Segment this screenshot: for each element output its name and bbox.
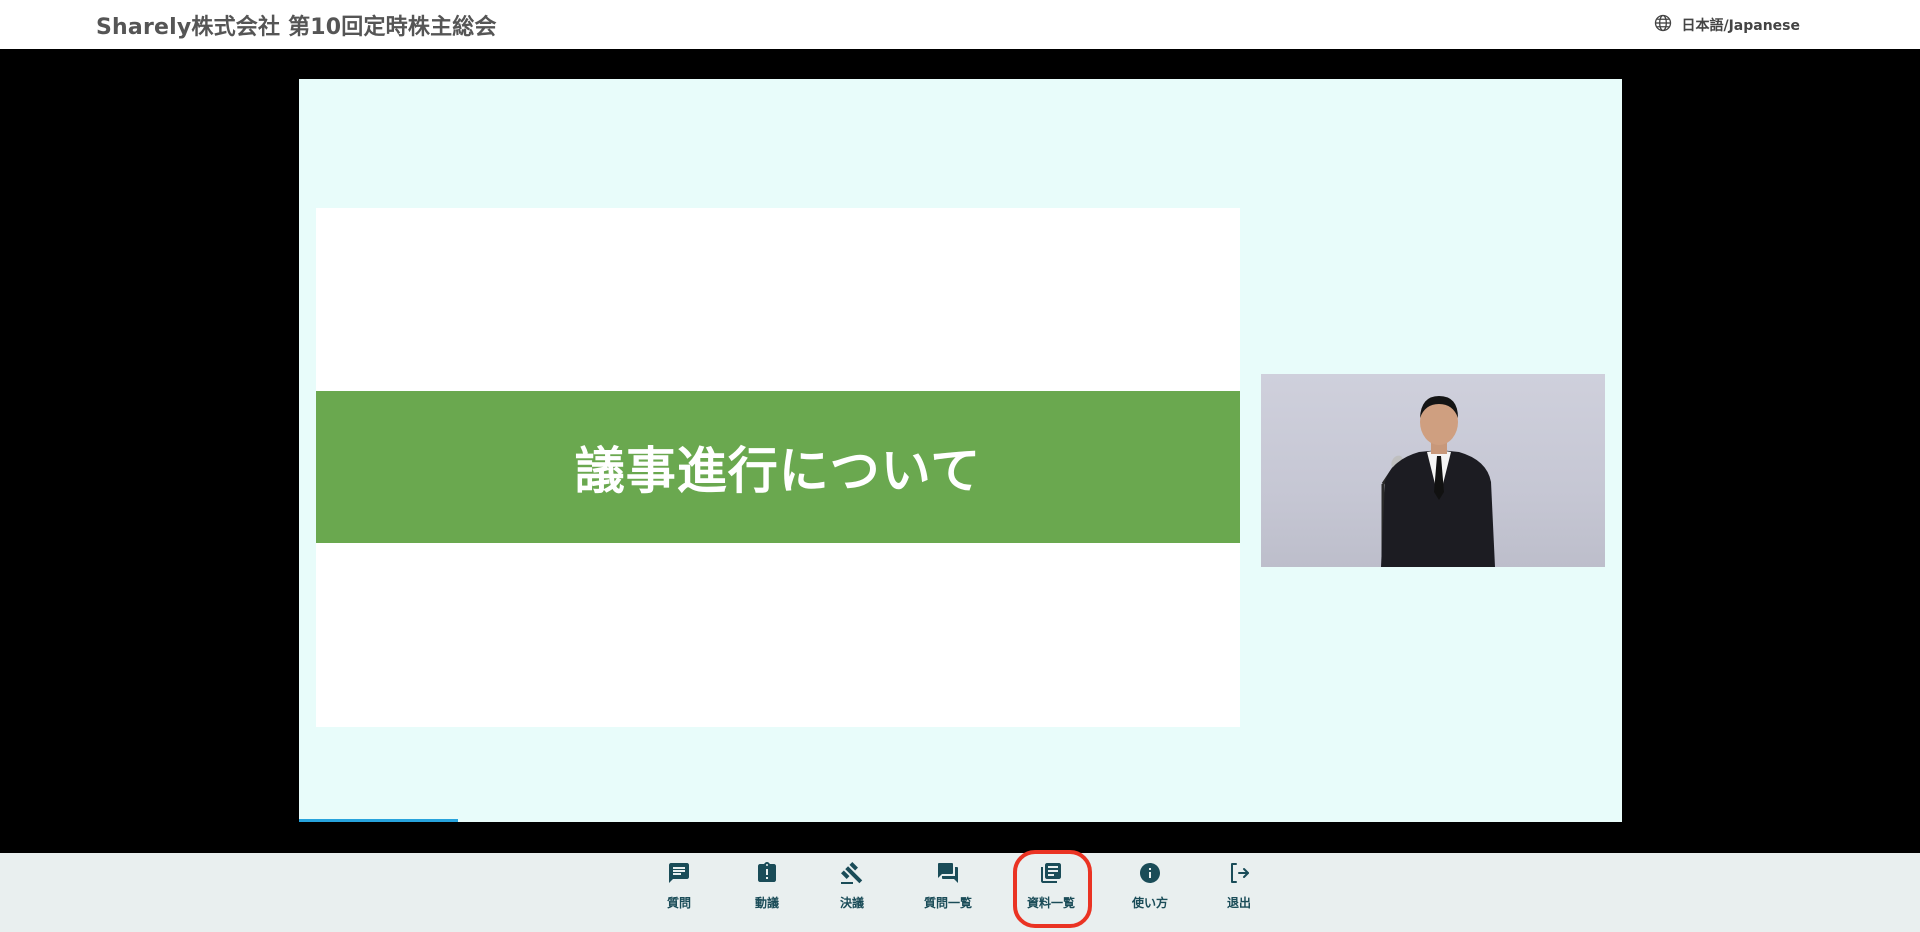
- page-title: Sharely株式会社 第10回定時株主総会: [96, 14, 497, 40]
- how-to-use-label: 使い方: [1132, 896, 1169, 910]
- bottom-toolbar: 質問 動議 決議 質問一覧 資料一覧 使い方 退出: [0, 850, 1920, 932]
- alert-clipboard-icon: [755, 861, 779, 889]
- documents-list-button[interactable]: 資料一覧: [1027, 861, 1075, 911]
- logout-icon: [1227, 861, 1251, 889]
- library-books-icon: [1039, 861, 1063, 889]
- presentation-slide: 議事進行について: [316, 208, 1240, 727]
- slide-heading: 議事進行について: [574, 442, 982, 500]
- video-player[interactable]: 議事進行について: [299, 79, 1622, 822]
- language-label: 日本語/Japanese: [1681, 17, 1800, 34]
- video-stage: 議事進行について: [0, 49, 1920, 853]
- forum-icon: [936, 861, 960, 889]
- how-to-use-button[interactable]: 使い方: [1132, 861, 1168, 911]
- info-icon: [1138, 861, 1162, 889]
- speaker-video: [1261, 374, 1605, 567]
- resolution-label: 決議: [840, 896, 865, 910]
- chat-icon: [667, 861, 691, 889]
- video-progress-bar[interactable]: [299, 819, 458, 822]
- question-label: 質問: [667, 896, 692, 910]
- resolution-button[interactable]: 決議: [840, 861, 864, 911]
- exit-label: 退出: [1227, 896, 1252, 910]
- documents-list-label: 資料一覧: [1027, 896, 1076, 910]
- exit-button[interactable]: 退出: [1227, 861, 1251, 911]
- speaker-figure: [1381, 396, 1495, 567]
- gavel-icon: [840, 861, 864, 889]
- motion-button[interactable]: 動議: [755, 861, 779, 911]
- language-selector[interactable]: 日本語/Japanese: [1653, 13, 1800, 37]
- globe-icon: [1653, 13, 1673, 37]
- app-header: Sharely株式会社 第10回定時株主総会 日本語/Japanese: [0, 0, 1920, 49]
- slide-title-band: 議事進行について: [316, 391, 1240, 543]
- motion-label: 動議: [755, 896, 780, 910]
- question-button[interactable]: 質問: [667, 861, 691, 911]
- question-list-label: 質問一覧: [924, 896, 973, 910]
- question-list-button[interactable]: 質問一覧: [924, 861, 972, 911]
